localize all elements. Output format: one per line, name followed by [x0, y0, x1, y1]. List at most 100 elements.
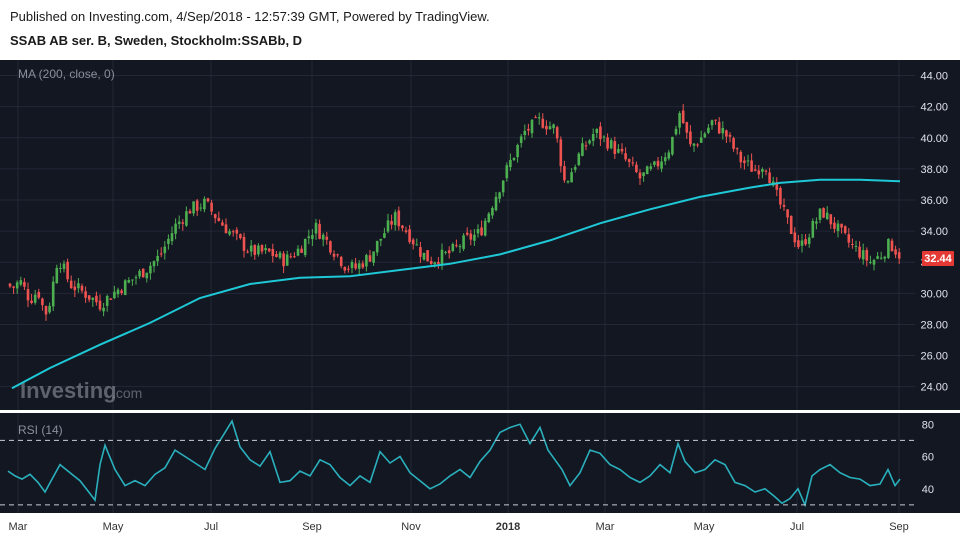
candle-body	[102, 307, 105, 312]
candle-body	[818, 208, 822, 220]
candle-body	[591, 134, 595, 141]
price-tick-label: 38.00	[920, 164, 948, 176]
time-tick-label: Jul	[790, 521, 804, 533]
candle-body	[649, 166, 653, 169]
candle-body	[797, 240, 800, 248]
candle-body	[804, 239, 807, 245]
candle-body	[321, 234, 325, 240]
candle-body	[840, 223, 843, 228]
candle-body	[894, 249, 897, 255]
candle-body	[300, 248, 303, 253]
candle-body	[501, 180, 505, 193]
candle-body	[368, 255, 372, 262]
candle-body	[307, 236, 311, 239]
candle-body	[681, 110, 685, 124]
candle-body	[768, 172, 771, 184]
candle-body	[415, 244, 419, 246]
candle-body	[408, 229, 411, 243]
candle-body	[257, 245, 260, 255]
candle-body	[703, 133, 707, 138]
candle-body	[537, 117, 541, 119]
candle-body	[318, 223, 321, 239]
candle-body	[563, 166, 566, 181]
candle-body	[393, 212, 397, 226]
candle-body	[559, 139, 563, 167]
candle-body	[242, 236, 246, 251]
candle-body	[534, 117, 537, 119]
candle-body	[131, 279, 134, 281]
candle-body	[199, 207, 203, 209]
candle-body	[8, 283, 12, 287]
candle-body	[638, 172, 642, 179]
candle-body	[735, 148, 739, 150]
candle-body	[228, 231, 231, 235]
candle-body	[397, 210, 401, 227]
candle-body	[437, 261, 440, 264]
candle-body	[231, 231, 235, 233]
candle-body	[566, 181, 570, 183]
candle-body	[692, 143, 696, 146]
price-tick-label: 34.00	[920, 226, 948, 238]
candle-body	[789, 215, 793, 234]
candle-body	[653, 161, 656, 165]
candle-body	[195, 200, 199, 211]
candle-body	[606, 137, 609, 149]
candle-body	[847, 234, 851, 243]
candle-body	[721, 127, 725, 134]
svg-text:32.44: 32.44	[924, 253, 952, 265]
candle-body	[696, 144, 699, 146]
price-tick-label: 42.00	[920, 102, 948, 114]
candle-body	[383, 233, 386, 238]
price-tick-label: 30.00	[920, 288, 948, 300]
candle-body	[365, 255, 368, 267]
candle-body	[343, 267, 347, 271]
candle-body	[224, 224, 228, 234]
candle-body	[422, 252, 426, 260]
candle-body	[473, 234, 476, 241]
stock-chart[interactable]: Investing .com 44.00 42.00 40.00 38.00 36.00…	[0, 0, 960, 540]
candle-body	[545, 125, 548, 130]
candle-body	[372, 251, 375, 263]
candle-body	[426, 250, 429, 262]
candle-body	[555, 127, 559, 139]
candle-body	[635, 164, 638, 173]
candle-body	[203, 198, 206, 210]
candle-body	[645, 166, 649, 175]
candle-body	[303, 238, 307, 256]
candle-body	[347, 268, 350, 270]
candle-body	[523, 130, 527, 136]
candle-body	[483, 220, 487, 236]
candle-body	[782, 204, 786, 207]
candle-body	[390, 221, 393, 225]
candle-body	[37, 291, 41, 298]
candle-body	[66, 261, 69, 280]
candle-body	[588, 140, 591, 144]
candle-body	[739, 151, 743, 163]
candle-body	[221, 222, 224, 226]
candle-body	[530, 119, 534, 134]
candle-body	[87, 295, 91, 300]
candle-body	[851, 243, 854, 245]
candle-body	[455, 245, 458, 247]
candle-body	[833, 222, 836, 229]
candle-body	[33, 294, 37, 303]
time-axis: Mar May Jul Sep Nov 2018 Mar May Jul Sep	[9, 521, 909, 533]
time-tick-label: Sep	[889, 521, 909, 533]
candle-body	[714, 119, 717, 121]
candle-body	[552, 124, 555, 129]
candle-body	[487, 213, 491, 223]
candle-body	[379, 238, 383, 241]
candle-body	[152, 261, 156, 267]
candle-body	[329, 241, 332, 253]
candle-body	[267, 248, 271, 252]
pane-separator	[0, 410, 960, 413]
candle-body	[815, 221, 818, 224]
candle-body	[69, 280, 73, 289]
candle-body	[581, 143, 584, 156]
candle-body	[174, 223, 177, 234]
watermark-brand: Investing	[20, 378, 117, 403]
candle-body	[498, 192, 501, 199]
time-tick-label: May	[694, 521, 715, 533]
candle-body	[401, 225, 404, 229]
candle-body	[836, 223, 840, 232]
